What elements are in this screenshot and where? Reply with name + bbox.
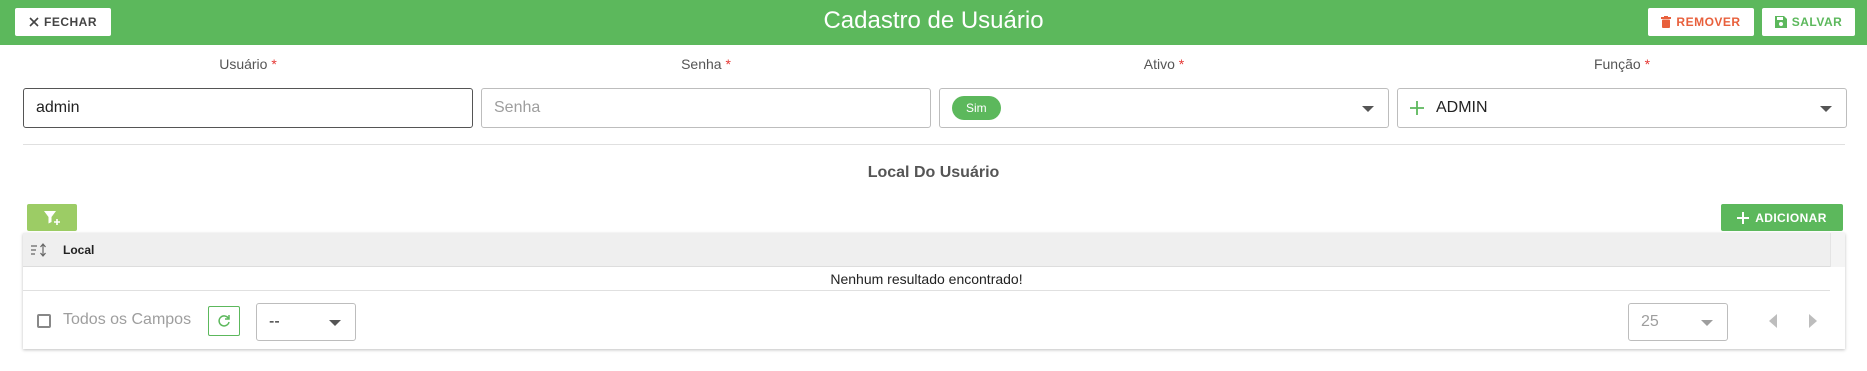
chevron-left-icon[interactable]: [1769, 314, 1777, 328]
column-header-local[interactable]: Local: [63, 243, 94, 257]
field-select-value: --: [269, 313, 280, 330]
remove-button[interactable]: REMOVER: [1648, 8, 1754, 36]
trash-icon: [1661, 16, 1672, 28]
save-button[interactable]: SALVAR: [1762, 8, 1855, 36]
all-fields-checkbox[interactable]: [37, 314, 51, 328]
plus-icon: [1737, 211, 1750, 224]
usuario-field[interactable]: [23, 88, 473, 128]
required-mark: *: [725, 56, 731, 72]
filter-plus-icon: [44, 210, 60, 225]
save-button-label: SALVAR: [1791, 15, 1843, 29]
chevron-right-icon[interactable]: [1809, 314, 1817, 328]
page-size-value: 25: [1641, 313, 1659, 330]
ativo-label: Ativo *: [1143, 56, 1185, 72]
senha-input[interactable]: [494, 99, 918, 117]
remove-button-label: REMOVER: [1676, 15, 1741, 29]
local-grid: Local Nenhum resultado encontrado! Todos…: [23, 233, 1845, 349]
ativo-chip[interactable]: Sim: [952, 96, 1001, 120]
sort-icon[interactable]: [31, 243, 47, 257]
floppy-disk-icon: [1774, 16, 1787, 28]
scrollbar[interactable]: [1830, 233, 1845, 267]
add-button[interactable]: ADICIONAR: [1721, 204, 1843, 231]
page-title: Cadastro de Usuário: [823, 7, 1044, 34]
all-fields-label: Todos os Campos: [63, 311, 192, 328]
filter-button[interactable]: [27, 204, 77, 231]
section-title: Local Do Usuário: [867, 164, 1000, 181]
refresh-button[interactable]: [208, 306, 240, 336]
divider: [23, 144, 1845, 145]
chevron-down-icon[interactable]: [1701, 320, 1713, 326]
grid-footer: Todos os Campos -- 25: [23, 292, 1845, 349]
add-button-label: ADICIONAR: [1755, 210, 1827, 225]
required-mark: *: [1178, 56, 1185, 72]
usuario-label: Usuário *: [219, 56, 277, 72]
ativo-select[interactable]: Sim: [939, 88, 1389, 128]
required-mark: *: [271, 56, 277, 72]
senha-field[interactable]: [481, 88, 931, 128]
refresh-icon: [218, 315, 230, 327]
usuario-input[interactable]: [36, 99, 460, 117]
empty-message: Nenhum resultado encontrado!: [23, 267, 1830, 291]
senha-label: Senha *: [681, 56, 731, 72]
required-mark: *: [1644, 56, 1651, 72]
field-select[interactable]: --: [256, 303, 356, 341]
plus-icon[interactable]: [1410, 101, 1424, 115]
funcao-value: ADMIN: [1436, 99, 1488, 116]
chevron-down-icon[interactable]: [1820, 106, 1832, 112]
chevron-down-icon[interactable]: [329, 320, 341, 326]
chevron-down-icon[interactable]: [1362, 106, 1374, 112]
page-size-select[interactable]: 25: [1628, 303, 1728, 341]
header-bar: FECHAR Cadastro de Usuário REMOVER SALVA…: [0, 0, 1867, 45]
funcao-select[interactable]: ADMIN: [1397, 88, 1847, 128]
grid-header: Local: [23, 233, 1830, 267]
funcao-label: Função *: [1593, 56, 1651, 72]
